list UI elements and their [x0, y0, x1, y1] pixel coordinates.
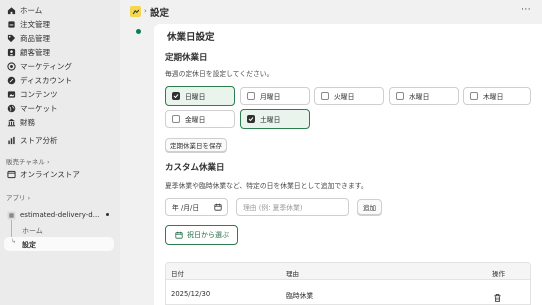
- sidebar-item-orders[interactable]: 注文管理: [6, 17, 116, 31]
- regular-holidays-description: 毎週の定休日を設定してください。: [165, 70, 274, 78]
- sidebar-item-label: ストア分析: [20, 135, 58, 145]
- table-header: [166, 263, 530, 280]
- app-logo: [130, 6, 141, 17]
- day-label: 火曜日: [334, 93, 355, 101]
- calendar-icon[interactable]: [214, 203, 222, 213]
- sidebar-sub-active-bg: [4, 237, 114, 251]
- checkbox-icon: [396, 92, 404, 100]
- sidebar-item-label: オンラインストア: [20, 169, 80, 179]
- sidebar-app-estimated-delivery[interactable]: estimated-delivery-d...: [6, 208, 114, 222]
- chevron-right-icon: ›: [25, 194, 31, 202]
- sidebar-sub-item-home[interactable]: ホーム: [22, 226, 43, 236]
- date-input[interactable]: 年 /月/日: [165, 198, 228, 216]
- table-cell-reason: 臨時休業: [286, 292, 314, 300]
- sales-channels-heading[interactable]: 販売チャネル ›: [6, 156, 50, 166]
- save-regular-holidays-button[interactable]: 定期休業日を保存: [165, 138, 227, 152]
- sidebar-item-label: 商品管理: [20, 33, 50, 43]
- sidebar-item-content[interactable]: コンテンツ: [6, 87, 116, 101]
- day-checkbox-friday[interactable]: 金曜日: [165, 110, 235, 128]
- reason-input[interactable]: 理由 (例: 夏季休業): [236, 198, 349, 216]
- day-checkbox-wednesday[interactable]: 水曜日: [389, 87, 459, 105]
- checkbox-icon: [321, 92, 329, 100]
- pin-dot-icon: [106, 213, 109, 216]
- discount-icon: [6, 75, 16, 85]
- custom-holidays-title: カスタム休業日: [165, 163, 225, 173]
- sidebar-item-label: マーケット: [20, 103, 58, 113]
- table-cell-date: 2025/12/30: [171, 290, 211, 298]
- day-checkbox-monday[interactable]: 月曜日: [240, 87, 310, 105]
- sidebar-item-label: ホーム: [20, 5, 43, 15]
- sidebar-item-analytics[interactable]: ストア分析: [6, 133, 116, 147]
- sidebar-sub-item-settings[interactable]: 設定: [22, 240, 36, 250]
- sidebar-item-label: 財務: [20, 117, 35, 127]
- chevron-right-icon: ›: [44, 158, 50, 166]
- choose-from-holidays-label: 祝日から選ぶ: [187, 231, 229, 239]
- app-name: estimated-delivery-d...: [20, 211, 100, 219]
- page-title: 設定: [150, 8, 170, 19]
- checkbox-icon: [470, 92, 478, 100]
- holidays-table: 日付 理由 操作 2025/12/30 臨時休業: [165, 262, 531, 305]
- sidebar-item-discounts[interactable]: ディスカウント: [6, 73, 116, 87]
- globe-icon: [6, 103, 16, 113]
- sidebar-item-markets[interactable]: マーケット: [6, 101, 116, 115]
- day-checkbox-sunday[interactable]: 日曜日: [165, 86, 235, 106]
- sidebar-item-home[interactable]: ホーム: [6, 3, 116, 17]
- sidebar-item-online-store[interactable]: オンラインストア: [6, 167, 116, 181]
- home-icon: [6, 5, 16, 15]
- sidebar-item-label: マーケティング: [20, 61, 72, 71]
- breadcrumb-separator: ›: [144, 7, 147, 15]
- day-label: 日曜日: [185, 93, 206, 101]
- date-input-value: 年 /月/日: [172, 204, 200, 212]
- checkbox-icon: [247, 92, 255, 100]
- day-label: 木曜日: [483, 93, 504, 101]
- app-icon: [6, 210, 16, 220]
- section-label-text: 販売チャネル: [6, 158, 45, 166]
- sidebar-item-marketing[interactable]: マーケティング: [6, 59, 116, 73]
- sidebar-item-products[interactable]: 商品管理: [6, 31, 116, 45]
- custom-holidays-description: 夏季休業や臨時休業など、特定の日を休業日として追加できます。: [165, 182, 368, 190]
- column-header-date: 日付: [171, 270, 184, 278]
- apps-heading[interactable]: アプリ ›: [6, 192, 30, 202]
- status-dot: [136, 29, 141, 34]
- orders-icon: [6, 19, 16, 29]
- sidebar-item-label: コンテンツ: [20, 89, 58, 99]
- person-icon: [6, 47, 16, 57]
- checkbox-checked-icon: [247, 115, 255, 123]
- day-checkbox-thursday[interactable]: 木曜日: [463, 87, 531, 105]
- day-label: 月曜日: [260, 93, 281, 101]
- reason-input-placeholder: 理由 (例: 夏季休業): [243, 204, 303, 212]
- regular-holidays-title: 定期休業日: [165, 53, 208, 63]
- more-actions-button[interactable]: ···: [521, 5, 531, 15]
- sidebar-item-finance[interactable]: 財務: [6, 115, 116, 129]
- day-label: 水曜日: [409, 93, 430, 101]
- day-label: 金曜日: [185, 116, 206, 124]
- choose-from-holidays-button[interactable]: 祝日から選ぶ: [165, 225, 238, 245]
- tag-icon: [6, 33, 16, 43]
- sidebar-item-label: ディスカウント: [20, 75, 72, 85]
- day-checkbox-saturday[interactable]: 土曜日: [240, 109, 310, 129]
- content-icon: [6, 89, 16, 99]
- checkbox-icon: [172, 115, 180, 123]
- section-label-text: アプリ: [6, 194, 26, 202]
- sidebar-item-label: 顧客管理: [20, 47, 50, 57]
- target-icon: [6, 61, 16, 71]
- delete-icon[interactable]: [493, 288, 502, 303]
- add-holiday-button[interactable]: 追加: [357, 199, 382, 215]
- column-header-reason: 理由: [286, 270, 299, 278]
- section-title: 休業日設定: [167, 32, 215, 43]
- day-label: 土曜日: [260, 116, 281, 124]
- store-icon: [6, 169, 16, 179]
- day-checkbox-tuesday[interactable]: 火曜日: [314, 87, 384, 105]
- bank-icon: [6, 117, 16, 127]
- calendar-icon: [175, 231, 187, 239]
- tree-elbow-icon: ↳: [11, 238, 17, 245]
- chart-icon: [6, 135, 16, 145]
- checkbox-checked-icon: [172, 92, 180, 100]
- sidebar-item-label: 注文管理: [20, 19, 50, 29]
- column-header-actions: 操作: [492, 270, 505, 278]
- sidebar-item-customers[interactable]: 顧客管理: [6, 45, 116, 59]
